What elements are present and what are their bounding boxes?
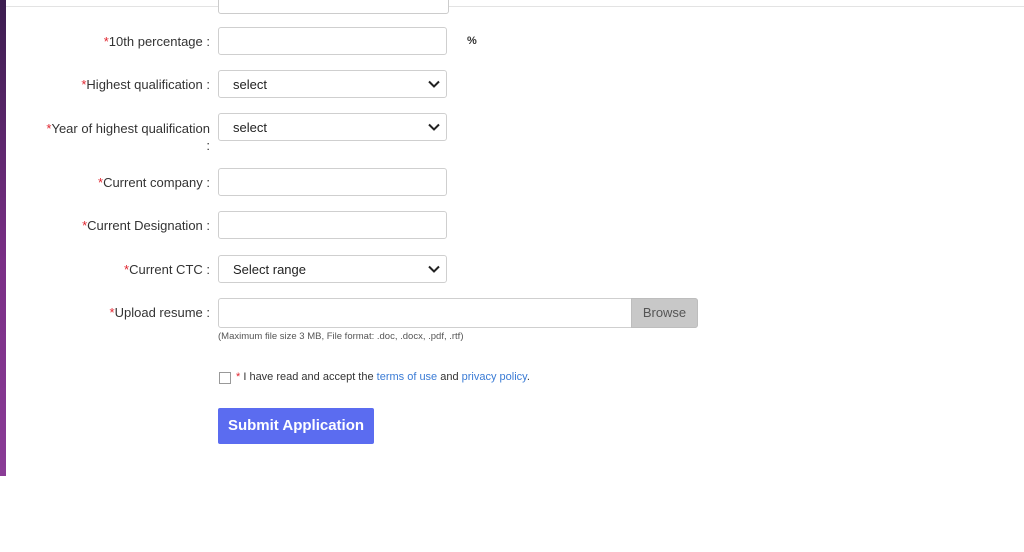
browse-button[interactable]: Browse bbox=[631, 298, 698, 328]
label-upload-resume: *Upload resume : bbox=[10, 304, 210, 321]
consent-text-after: . bbox=[526, 371, 530, 383]
terms-of-use-link[interactable]: terms of use bbox=[377, 371, 438, 383]
resume-hint: (Maximum file size 3 MB, File format: .d… bbox=[218, 331, 464, 342]
label-text: Upload resume : bbox=[114, 305, 210, 320]
chevron-down-icon bbox=[428, 123, 440, 131]
previous-field-input[interactable] bbox=[218, 0, 449, 14]
submit-application-button[interactable]: Submit Application bbox=[218, 408, 374, 444]
current-company-input[interactable] bbox=[218, 168, 447, 196]
chevron-down-icon bbox=[428, 265, 440, 273]
label-current-ctc: *Current CTC : bbox=[10, 261, 210, 278]
label-10th-percentage: *10th percentage : bbox=[10, 33, 210, 50]
chevron-down-icon bbox=[428, 80, 440, 88]
selected-value: select bbox=[233, 120, 267, 135]
selected-value: Select range bbox=[233, 262, 306, 277]
consent-text-middle: and bbox=[437, 371, 462, 383]
label-text: Current Designation : bbox=[87, 218, 210, 233]
current-ctc-select[interactable]: Select range bbox=[218, 255, 447, 283]
label-text: Highest qualification : bbox=[86, 77, 210, 92]
top-divider bbox=[6, 6, 1024, 7]
label-text: Year of highest qualification bbox=[51, 121, 210, 136]
selected-value: select bbox=[233, 77, 267, 92]
label-current-company: *Current company : bbox=[10, 174, 210, 191]
left-accent-bar bbox=[0, 0, 6, 476]
10th-percentage-input[interactable] bbox=[218, 27, 447, 55]
current-designation-input[interactable] bbox=[218, 211, 447, 239]
year-highest-qualification-select[interactable]: select bbox=[218, 113, 447, 141]
label-text-colon: : bbox=[206, 138, 210, 153]
resume-file-input[interactable]: Browse bbox=[218, 298, 698, 328]
consent-text: * I have read and accept the terms of us… bbox=[236, 371, 530, 383]
percent-unit: % bbox=[467, 35, 477, 47]
label-text: 10th percentage : bbox=[108, 34, 210, 49]
label-year-highest-qualification: *Year of highest qualification : bbox=[10, 120, 210, 154]
label-highest-qualification: *Highest qualification : bbox=[10, 76, 210, 93]
label-current-designation: *Current Designation : bbox=[10, 217, 210, 234]
highest-qualification-select[interactable]: select bbox=[218, 70, 447, 98]
accept-terms-checkbox[interactable] bbox=[219, 372, 231, 384]
label-text: Current company : bbox=[103, 175, 210, 190]
consent-text-before: I have read and accept the bbox=[240, 371, 377, 383]
privacy-policy-link[interactable]: privacy policy bbox=[462, 371, 527, 383]
label-text: Current CTC : bbox=[129, 262, 210, 277]
